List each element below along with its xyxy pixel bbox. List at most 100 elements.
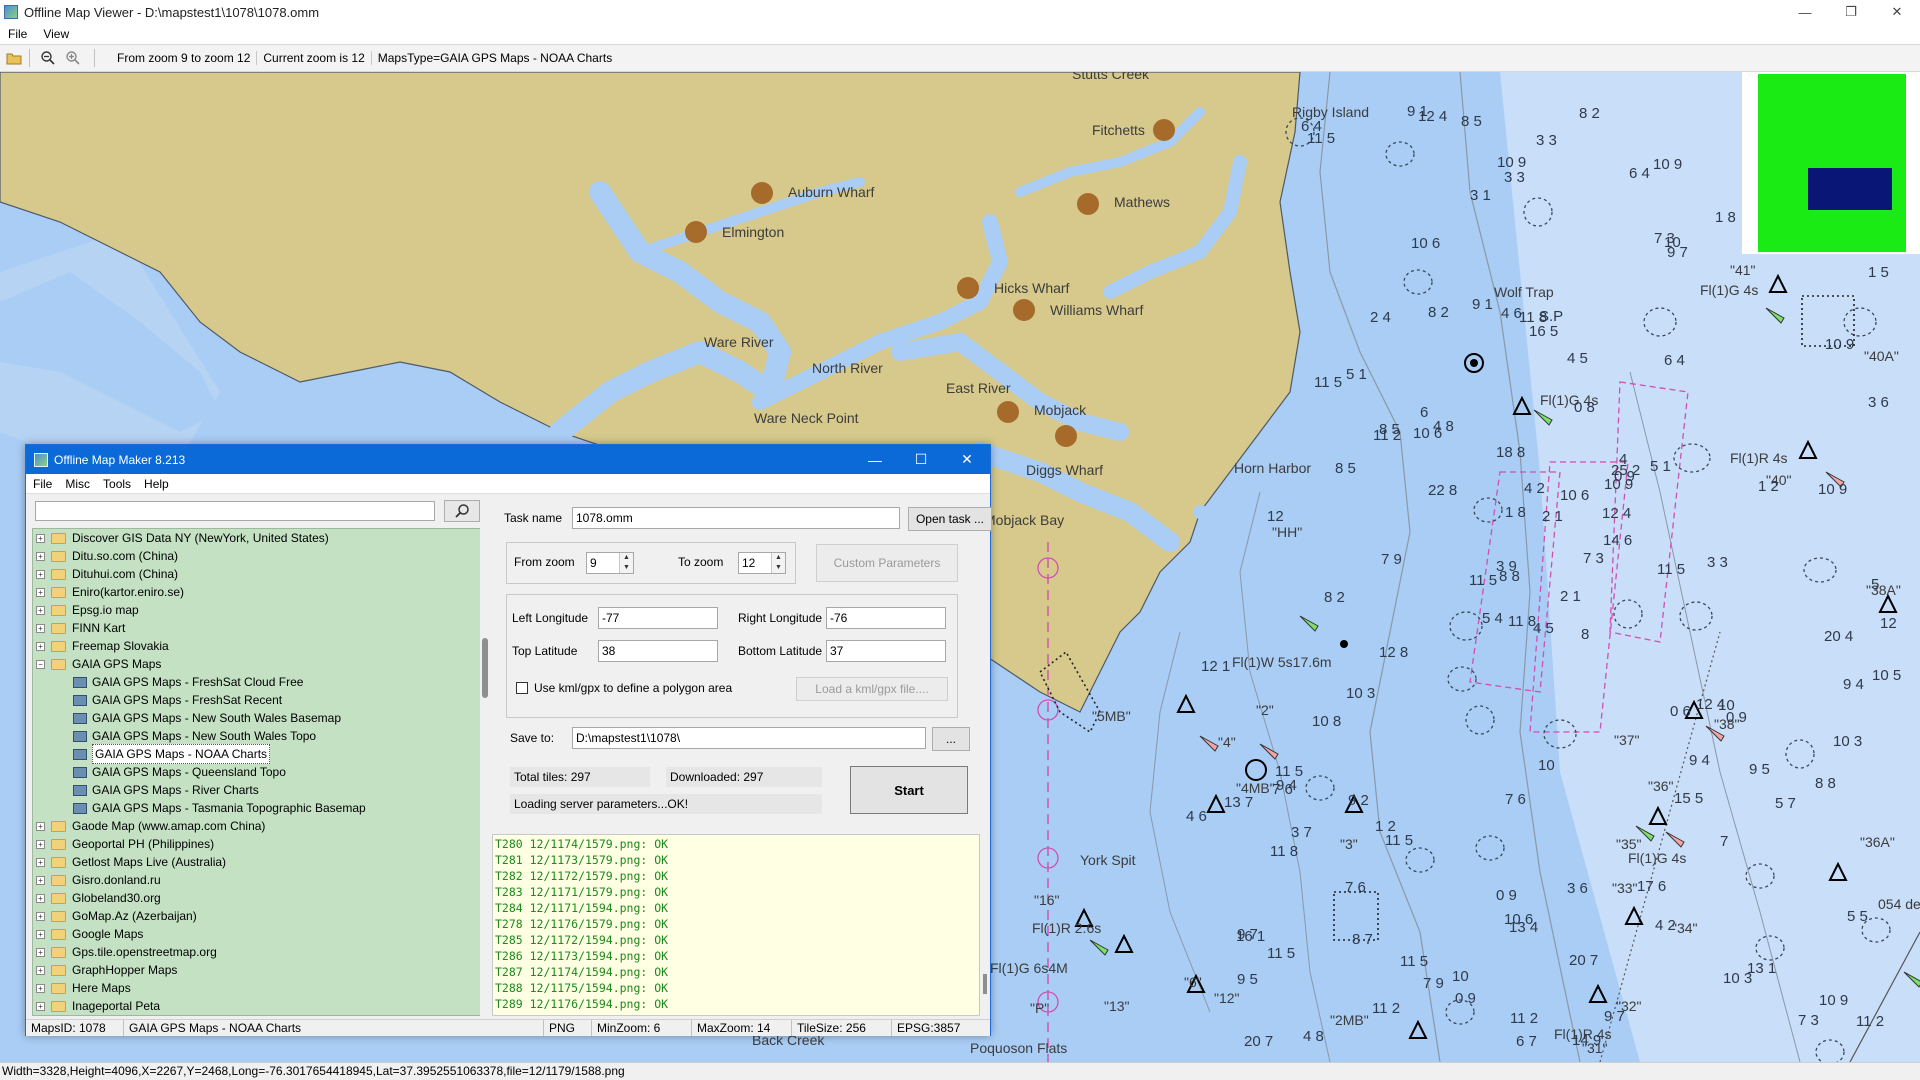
minimize-button[interactable]: —: [1782, 0, 1828, 24]
depth-sounding: 5 4: [1482, 610, 1503, 627]
top-latitude-input[interactable]: 38: [598, 640, 718, 662]
tree-item[interactable]: + Globeland30.org: [33, 889, 485, 907]
browse-button[interactable]: ...: [932, 727, 970, 751]
expander-icon[interactable]: +: [36, 1001, 45, 1011]
tree-item[interactable]: + GoMap.Az (Azerbaijan): [33, 907, 485, 925]
tree-scroll-thumb[interactable]: [482, 638, 488, 698]
tree-item[interactable]: + Dituhui.com (China): [33, 565, 485, 583]
tree-child-item[interactable]: GAIA GPS Maps - Tasmania Topographic Bas…: [33, 799, 485, 817]
open-task-button[interactable]: Open task ...: [908, 507, 992, 531]
left-longitude-input[interactable]: -77: [598, 607, 718, 629]
from-zoom-stepper[interactable]: 9 ▲ ▼: [586, 552, 634, 574]
tree-child-item[interactable]: GAIA GPS Maps - New South Wales Basemap: [33, 709, 485, 727]
folder-icon: [51, 1000, 66, 1012]
expander-icon[interactable]: +: [36, 857, 45, 867]
right-longitude-input[interactable]: -76: [826, 607, 946, 629]
zoom-out-button[interactable]: [37, 47, 59, 69]
depth-sounding: 3 3: [1504, 169, 1525, 186]
tree-item[interactable]: + Epsg.io map: [33, 601, 485, 619]
task-name-input[interactable]: 1078.omm: [572, 507, 900, 529]
to-zoom-stepper[interactable]: 12 ▲ ▼: [738, 552, 786, 574]
log-line: T283 12/1171/1579.png: OK: [495, 885, 669, 899]
start-button[interactable]: Start: [850, 766, 968, 814]
tree-item[interactable]: + Gisro.donland.ru: [33, 871, 485, 889]
overview-map[interactable]: [1742, 72, 1920, 254]
map-search-button[interactable]: [444, 500, 480, 522]
dialog-menu-file[interactable]: File: [26, 477, 58, 491]
expander-icon[interactable]: +: [36, 551, 45, 561]
tree-child-item[interactable]: GAIA GPS Maps - New South Wales Topo: [33, 727, 485, 745]
menu-file[interactable]: File: [0, 27, 35, 41]
expander-icon[interactable]: +: [36, 983, 45, 993]
kml-checkbox[interactable]: [516, 682, 528, 694]
save-to-input[interactable]: D:\mapstest1\1078\: [572, 727, 926, 749]
expander-icon[interactable]: +: [36, 587, 45, 597]
expander-icon[interactable]: +: [36, 947, 45, 957]
dialog-maximize-button[interactable]: ☐: [898, 445, 944, 474]
tree-item[interactable]: + Discover GIS Data NY (NewYork, United S…: [33, 529, 485, 547]
download-log[interactable]: T280 12/1174/1579.png: OK T281 12/1173/15…: [492, 834, 980, 1016]
tree-child-item[interactable]: GAIA GPS Maps - Queensland Topo: [33, 763, 485, 781]
tree-item[interactable]: + Ditu.so.com (China): [33, 547, 485, 565]
tree-child-label: GAIA GPS Maps - New South Wales Topo: [92, 729, 317, 743]
expander-icon[interactable]: +: [36, 821, 45, 831]
tree-item[interactable]: + FINN Kart: [33, 619, 485, 637]
expander-icon[interactable]: +: [36, 875, 45, 885]
log-line: T278 12/1176/1579.png: OK: [495, 917, 669, 931]
expander-icon[interactable]: +: [36, 623, 45, 633]
dialog-menu-help[interactable]: Help: [137, 477, 175, 491]
maximize-button[interactable]: ❐: [1828, 0, 1874, 24]
tree-item[interactable]: + Google Maps: [33, 925, 485, 943]
bottom-latitude-input[interactable]: 37: [826, 640, 946, 662]
zoom-in-button[interactable]: [62, 47, 84, 69]
expander-icon[interactable]: +: [36, 569, 45, 579]
tree-item[interactable]: − GAIA GPS Maps: [33, 655, 485, 673]
menu-view[interactable]: View: [35, 27, 77, 41]
expander-icon[interactable]: +: [36, 605, 45, 615]
tree-child-item[interactable]: GAIA GPS Maps - River Charts: [33, 781, 485, 799]
tree-child-item[interactable]: GAIA GPS Maps - NOAA Charts: [33, 744, 485, 764]
expander-icon[interactable]: +: [36, 893, 45, 903]
tree-scrollbar[interactable]: [480, 528, 490, 1016]
tree-item[interactable]: + Eniro(kartor.eniro.se): [33, 583, 485, 601]
expander-icon[interactable]: +: [36, 533, 45, 543]
to-zoom-arrows[interactable]: ▲ ▼: [771, 553, 785, 573]
dialog-close-button[interactable]: ✕: [944, 445, 990, 474]
dialog-menu-tools[interactable]: Tools: [96, 477, 137, 491]
tree-item[interactable]: + GraphHopper Maps: [33, 961, 485, 979]
tree-item[interactable]: + Geoportal PH (Philippines): [33, 835, 485, 853]
tree-item[interactable]: + Freemap Slovakia: [33, 637, 485, 655]
open-folder-button[interactable]: [3, 47, 25, 69]
tree-child-item[interactable]: GAIA GPS Maps - FreshSat Recent: [33, 691, 485, 709]
tree-item[interactable]: + Getlost Maps Live (Australia): [33, 853, 485, 871]
depth-sounding: 14 9: [1572, 1032, 1602, 1049]
place-label: Horn Harbor: [1234, 460, 1312, 476]
map-search-input[interactable]: [35, 501, 435, 521]
tree-item-label: Gps.tile.openstreetmap.org: [72, 945, 217, 959]
overview-viewport[interactable]: [1808, 168, 1892, 210]
custom-parameters-button[interactable]: Custom Parameters: [816, 544, 958, 582]
tree-item[interactable]: + Gps.tile.openstreetmap.org: [33, 943, 485, 961]
expander-icon[interactable]: +: [36, 929, 45, 939]
expander-icon[interactable]: −: [36, 659, 45, 669]
log-scroll-thumb[interactable]: [983, 974, 987, 994]
tree-child-item[interactable]: GAIA GPS Maps - FreshSat Cloud Free: [33, 673, 485, 691]
map-source-tree[interactable]: + Discover GIS Data NY (NewYork, United S…: [32, 528, 486, 1016]
expander-icon[interactable]: +: [36, 911, 45, 921]
tree-item[interactable]: + Gaode Map (www.amap.com China): [33, 817, 485, 835]
close-button[interactable]: ✕: [1874, 0, 1920, 24]
dialog-menu-misc[interactable]: Misc: [58, 477, 96, 491]
folder-icon: [51, 946, 66, 958]
place-label: Poquoson Flats: [970, 1040, 1068, 1056]
expander-icon[interactable]: +: [36, 641, 45, 651]
status-maps-id: MapsID: 1078: [26, 1020, 124, 1036]
light-label: "5MB": [1092, 708, 1131, 724]
log-scrollbar[interactable]: [980, 834, 990, 1016]
tree-item[interactable]: + Here Maps: [33, 979, 485, 997]
from-zoom-arrows[interactable]: ▲ ▼: [619, 553, 633, 573]
expander-icon[interactable]: +: [36, 839, 45, 849]
load-kml-button[interactable]: Load a kml/gpx file....: [796, 677, 948, 701]
expander-icon[interactable]: +: [36, 965, 45, 975]
dialog-minimize-button[interactable]: —: [852, 445, 898, 474]
tree-item[interactable]: + Inageportal Peta: [33, 997, 485, 1015]
